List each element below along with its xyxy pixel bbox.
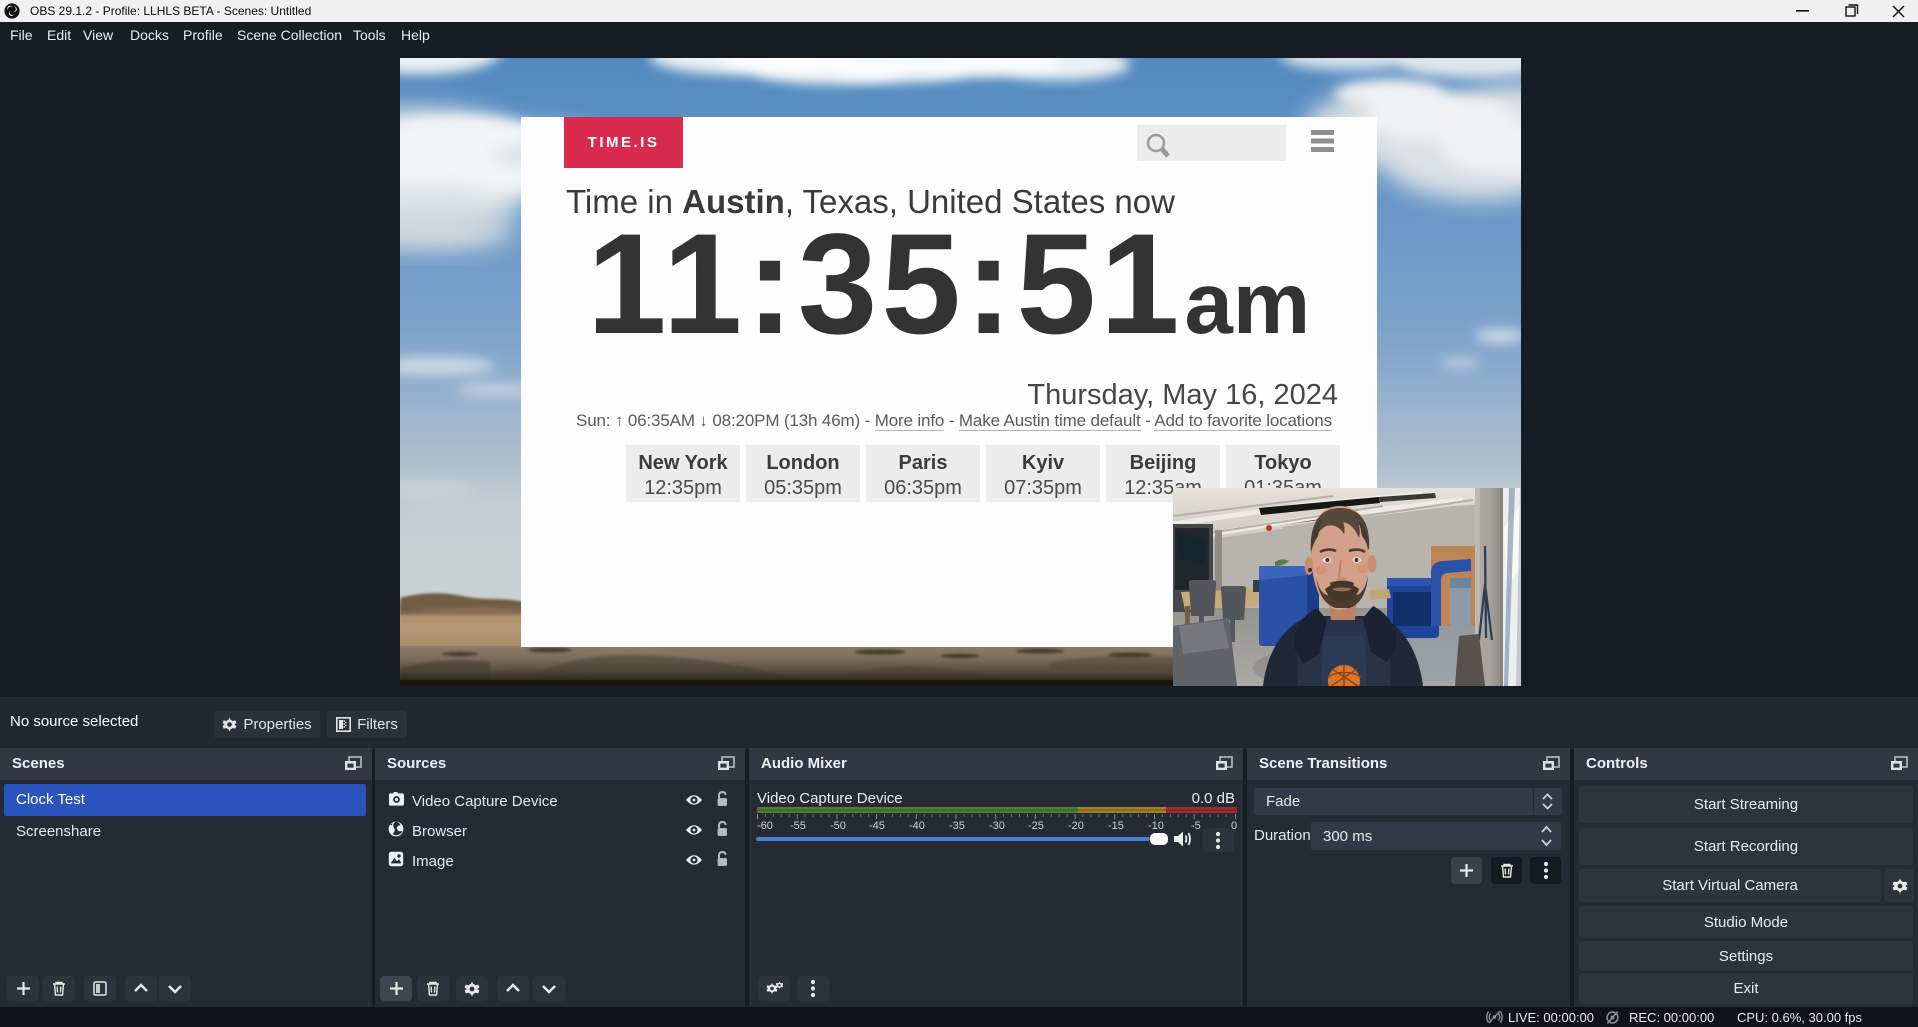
svg-text:-40: -40: [909, 820, 925, 831]
svg-text:-45: -45: [869, 820, 885, 831]
svg-text:-30: -30: [989, 820, 1005, 831]
svg-text:-60: -60: [757, 820, 773, 831]
svg-text:-55: -55: [790, 820, 806, 831]
svg-text:-35: -35: [949, 820, 965, 831]
svg-text:-50: -50: [830, 820, 846, 831]
svg-text:-25: -25: [1028, 820, 1044, 831]
svg-text:-15: -15: [1108, 820, 1124, 831]
svg-text:-10: -10: [1148, 820, 1164, 831]
svg-text:-20: -20: [1068, 820, 1084, 831]
